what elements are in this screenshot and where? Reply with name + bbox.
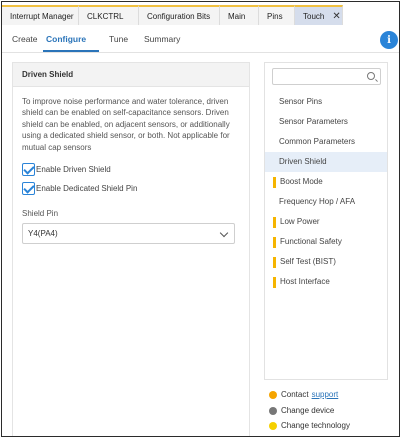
panel-description: To improve noise performance and water t… xyxy=(22,97,230,152)
contact-dot-icon xyxy=(269,390,277,399)
sidebar-item-label: Sensor Parameters xyxy=(279,117,348,126)
subtab-configure[interactable]: Configure xyxy=(46,34,86,44)
sidebar-item-host-interface[interactable]: Host Interface xyxy=(265,272,387,292)
sidebar-item-label: Common Parameters xyxy=(279,137,356,146)
attention-marker xyxy=(273,237,276,248)
enable-driven-shield-checkbox[interactable]: Enable Driven Shield xyxy=(22,163,111,176)
close-icon[interactable]: ✕ xyxy=(332,11,340,22)
enable-dedicated-shield-pin-checkbox[interactable]: Enable Dedicated Shield Pin xyxy=(22,182,137,195)
tab-pins[interactable]: Pins xyxy=(259,5,295,25)
device-dot-icon xyxy=(269,406,277,415)
subtab-tune[interactable]: Tune xyxy=(109,34,128,44)
attention-marker xyxy=(273,177,276,188)
sidebar-item-label: Frequency Hop / AFA xyxy=(279,197,356,206)
sidebar-item-label: Boost Mode xyxy=(280,177,323,186)
shield-pin-label: Shield Pin xyxy=(22,209,59,218)
sidebar-item-functional-safety[interactable]: Functional Safety xyxy=(265,232,387,252)
search-input[interactable] xyxy=(272,68,381,85)
sidebar-item-sensor-parameters[interactable]: Sensor Parameters xyxy=(265,112,387,132)
tab-clkctrl[interactable]: CLKCTRL xyxy=(79,5,139,25)
sidebar-item-label: Self Test (BIST) xyxy=(280,257,336,266)
contact-label: Contact xyxy=(281,390,309,399)
change-technology-label[interactable]: Change technology xyxy=(281,421,350,430)
configure-subtabs: Create Configure Tune Summary xyxy=(2,26,399,53)
support-link[interactable]: support xyxy=(312,390,339,399)
subtab-create[interactable]: Create xyxy=(12,34,38,44)
settings-navigation: Sensor Pins Sensor Parameters Common Par… xyxy=(264,62,388,380)
tab-main[interactable]: Main xyxy=(220,5,259,25)
subtab-summary[interactable]: Summary xyxy=(144,34,180,44)
checkbox-checked-icon[interactable] xyxy=(22,182,35,195)
sidebar-item-sensor-pins[interactable]: Sensor Pins xyxy=(265,92,387,112)
tab-label: Interrupt Manager xyxy=(10,11,74,21)
sidebar-item-label: Low Power xyxy=(280,217,320,226)
tab-label: Main xyxy=(228,11,246,21)
checkbox-label: Enable Driven Shield xyxy=(36,165,111,174)
sidebar-item-low-power[interactable]: Low Power xyxy=(265,212,387,232)
tab-touch[interactable]: Touch ✕ xyxy=(295,5,343,25)
search-icon xyxy=(367,72,375,80)
active-subtab-indicator xyxy=(43,50,99,52)
attention-marker xyxy=(273,257,276,268)
panel-title: Driven Shield xyxy=(13,63,249,87)
change-device-row[interactable]: Change device xyxy=(269,406,334,415)
technology-dot-icon xyxy=(269,421,277,430)
tab-label: Touch xyxy=(303,11,325,21)
sidebar-item-self-test[interactable]: Self Test (BIST) xyxy=(265,252,387,272)
tab-configuration-bits[interactable]: Configuration Bits xyxy=(139,5,220,25)
driven-shield-panel: Driven Shield To improve noise performan… xyxy=(12,62,250,436)
shield-pin-select[interactable]: Y4(PA4) xyxy=(22,223,235,244)
change-technology-row[interactable]: Change technology xyxy=(269,421,350,430)
sidebar-item-label: Driven Shield xyxy=(279,157,327,166)
tab-label: Configuration Bits xyxy=(147,11,211,21)
sidebar-item-driven-shield[interactable]: Driven Shield xyxy=(265,152,387,172)
sidebar-item-label: Host Interface xyxy=(280,277,330,286)
info-icon[interactable]: i xyxy=(380,31,398,49)
sidebar-item-label: Functional Safety xyxy=(280,237,342,246)
chevron-down-icon xyxy=(219,228,229,238)
shield-pin-value: Y4(PA4) xyxy=(28,229,58,238)
sidebar-item-boost-mode[interactable]: Boost Mode xyxy=(265,172,387,192)
attention-marker xyxy=(273,217,276,228)
checkbox-label: Enable Dedicated Shield Pin xyxy=(36,184,138,193)
tab-label: Pins xyxy=(267,11,283,21)
attention-marker xyxy=(273,277,276,288)
change-device-label[interactable]: Change device xyxy=(281,406,334,415)
checkbox-checked-icon[interactable] xyxy=(22,163,35,176)
sidebar-item-common-parameters[interactable]: Common Parameters xyxy=(265,132,387,152)
editor-tab-strip: Interrupt Manager CLKCTRL Configuration … xyxy=(2,5,399,25)
sidebar-item-frequency-hop[interactable]: Frequency Hop / AFA xyxy=(265,192,387,212)
tab-label: CLKCTRL xyxy=(87,11,124,21)
tab-interrupt-manager[interactable]: Interrupt Manager xyxy=(2,5,79,25)
contact-support-row: Contact support xyxy=(269,390,338,399)
app-window: Interrupt Manager CLKCTRL Configuration … xyxy=(1,1,400,437)
sidebar-item-label: Sensor Pins xyxy=(279,97,323,106)
